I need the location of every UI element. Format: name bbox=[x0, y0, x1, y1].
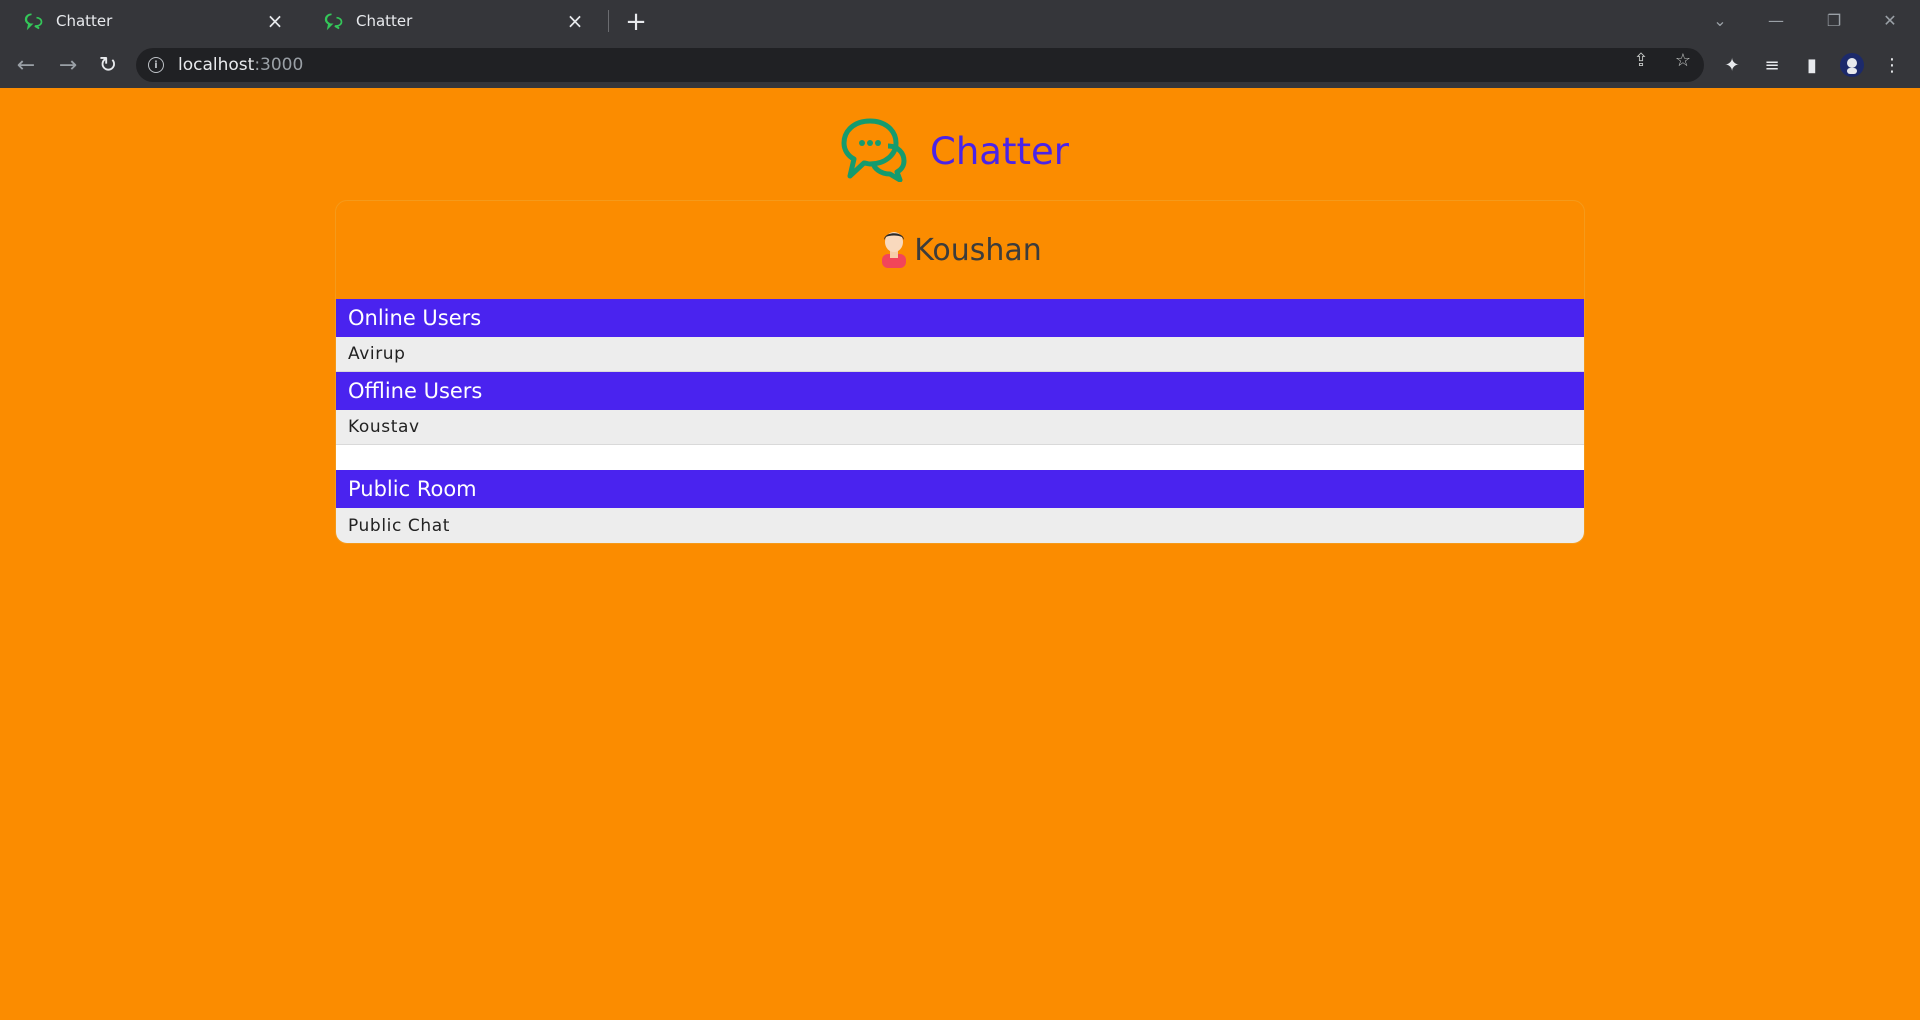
close-window-icon[interactable]: ✕ bbox=[1862, 0, 1918, 40]
public-chat-item[interactable]: Public Chat bbox=[336, 508, 1584, 543]
offline-users-header: Offline Users bbox=[336, 372, 1584, 410]
extensions-puzzle-icon[interactable]: ✦ bbox=[1716, 49, 1748, 81]
browser-toolbar: ← → ↻ i localhost:3000 ⇪ ☆ ✦ ≡ ▮ ⋮ bbox=[0, 42, 1920, 88]
minimize-icon[interactable]: — bbox=[1748, 0, 1804, 40]
reload-icon[interactable]: ↻ bbox=[92, 49, 124, 81]
browser-tab-strip: Chatter × Chatter × + ⌄ — ❐ ✕ bbox=[0, 0, 1920, 42]
offline-user-item[interactable]: Koustav bbox=[336, 410, 1584, 445]
url-port: :3000 bbox=[254, 55, 304, 75]
chat-sidebar-card: Koushan Online Users Avirup Offline User… bbox=[335, 200, 1585, 544]
tab-title: Chatter bbox=[56, 12, 113, 30]
online-users-header: Online Users bbox=[336, 299, 1584, 337]
public-room-header: Public Room bbox=[336, 470, 1584, 508]
restore-icon[interactable]: ❐ bbox=[1806, 0, 1862, 40]
page-content: Chatter Koushan Online Users Avirup Offl… bbox=[0, 88, 1920, 1020]
close-tab-icon[interactable]: × bbox=[264, 10, 286, 32]
browser-tab[interactable]: Chatter × bbox=[300, 0, 598, 42]
tab-search-chevron-icon[interactable]: ⌄ bbox=[1692, 0, 1748, 40]
url-host: localhost bbox=[178, 55, 255, 75]
side-panel-icon[interactable]: ▮ bbox=[1796, 49, 1828, 81]
forward-icon[interactable]: → bbox=[52, 49, 84, 81]
online-user-item[interactable]: Avirup bbox=[336, 337, 1584, 372]
chat-favicon-icon bbox=[24, 10, 46, 32]
chat-favicon-icon bbox=[324, 10, 346, 32]
site-info-icon[interactable]: i bbox=[148, 57, 164, 73]
back-icon[interactable]: ← bbox=[10, 49, 42, 81]
section-spacer bbox=[336, 445, 1584, 470]
tab-separator bbox=[608, 10, 609, 32]
chat-bubbles-logo-icon bbox=[840, 116, 908, 186]
bookmark-star-icon[interactable]: ☆ bbox=[1672, 49, 1694, 71]
url-text: localhost:3000 bbox=[178, 55, 303, 75]
brand-title: Chatter bbox=[930, 129, 1069, 173]
browser-menu-icon[interactable]: ⋮ bbox=[1876, 49, 1908, 81]
close-tab-icon[interactable]: × bbox=[564, 10, 586, 32]
tab-title: Chatter bbox=[356, 12, 413, 30]
current-username: Koushan bbox=[914, 232, 1042, 268]
media-queue-icon[interactable]: ≡ bbox=[1756, 49, 1788, 81]
user-avatar-icon bbox=[878, 228, 910, 272]
share-icon[interactable]: ⇪ bbox=[1630, 49, 1652, 71]
current-user-header: Koushan bbox=[336, 201, 1584, 299]
browser-tab[interactable]: Chatter × bbox=[0, 0, 298, 42]
new-tab-icon[interactable]: + bbox=[622, 7, 650, 37]
app-brand: Chatter bbox=[840, 116, 1069, 186]
address-bar[interactable]: i localhost:3000 bbox=[136, 48, 1704, 82]
profile-avatar[interactable] bbox=[1836, 49, 1868, 81]
